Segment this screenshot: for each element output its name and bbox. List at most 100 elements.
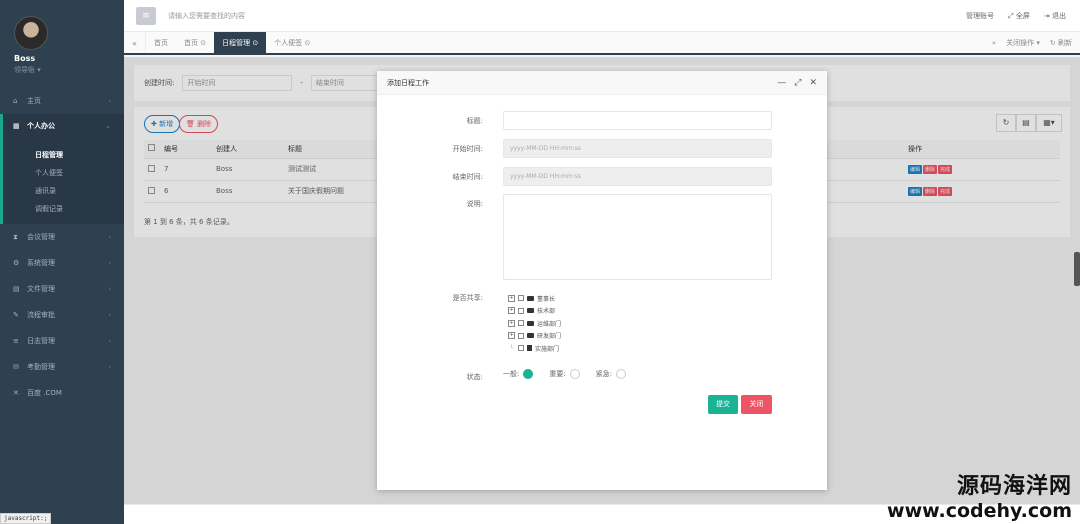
status-option-label: 一般: (503, 370, 520, 378)
modal-title: 添加日程工作 (387, 78, 429, 87)
sidebar-item-label: 考勤管理 (27, 363, 55, 371)
modal-window-controls: — ⤢ ✕ (777, 78, 817, 88)
scrollbar[interactable] (1074, 252, 1080, 286)
status-radio-urgent[interactable] (616, 369, 627, 379)
tree-node[interactable]: + 运维部门 (508, 317, 561, 330)
minimize-icon[interactable]: — (777, 78, 786, 88)
sidebar-subitem-notes[interactable]: 个人便签 (3, 164, 124, 182)
menu-toggle-button[interactable]: ≡ (136, 6, 156, 25)
status-option-label: 重要: (549, 370, 566, 378)
tree-checkbox[interactable] (518, 332, 524, 339)
share-label: 是否共享: (452, 294, 483, 302)
tab-scroll-right-button[interactable]: » (992, 39, 996, 47)
tab-notes[interactable]: 个人便签 ⊙ (266, 32, 318, 53)
close-button[interactable]: 关闭 (741, 395, 772, 414)
department-tree: + 董事长 + 技术部 + 运维部门 + 研发部门 └ 实施部门 (508, 292, 561, 355)
sidebar-item-attendance[interactable]: ✉ 考勤管理 ‹ (0, 354, 124, 380)
account-link[interactable]: 管理账号 (966, 11, 994, 21)
close-icon[interactable]: ✕ (809, 78, 817, 88)
search-input[interactable]: 请输入您需要查找的内容 (168, 11, 245, 21)
tree-node[interactable]: + 董事长 (508, 292, 561, 305)
sidebar-subitem-contacts[interactable]: 通讯录 (3, 182, 124, 200)
title-input[interactable] (503, 111, 772, 130)
tab-home-2[interactable]: 首页 ⊙ (176, 32, 214, 53)
sidebar-item-label: 流程审批 (27, 311, 55, 319)
title-label: 标题: (466, 117, 483, 125)
status-bar-url: javascript:; (0, 513, 52, 524)
sidebar-item-home[interactable]: ⌂ 主页 ‹ (0, 88, 124, 114)
watermark: 源码海洋网 www.codehy.com (887, 468, 1072, 522)
sidebar-item-system[interactable]: ⚙ 系统管理 ‹ (0, 250, 124, 276)
expand-icon: ⤢ (1008, 11, 1016, 20)
end-time-field[interactable]: yyyy-MM-DD HH:mm:ss (503, 167, 772, 186)
user-name: Boss (14, 54, 36, 63)
sidebar-submenu: 日程管理 个人便签 通讯录 调假记录 (0, 138, 124, 224)
tree-node[interactable]: + 研发部门 (508, 330, 561, 343)
sidebar-item-label: 文件管理 (27, 285, 55, 293)
sidebar-item-logs[interactable]: ≡ 日志管理 ‹ (0, 328, 124, 354)
close-icon: ✕ (13, 389, 19, 397)
folder-icon (527, 308, 534, 314)
logout-icon: ⇥ (1043, 11, 1052, 20)
refresh-icon: ↻ (1049, 38, 1058, 47)
add-schedule-modal: 添加日程工作 — ⤢ ✕ 标题: 开始时间: yyyy-MM-DD HH:mm:… (377, 71, 827, 490)
refresh-button[interactable]: ↻ 刷新 (1050, 38, 1072, 48)
tree-node[interactable]: + 技术部 (508, 305, 561, 318)
chevron-left-icon: ‹ (108, 259, 111, 267)
submit-button[interactable]: 提交 (708, 395, 738, 414)
maximize-icon[interactable]: ⤢ (794, 78, 801, 88)
avatar[interactable] (14, 16, 48, 50)
expand-icon[interactable]: + (508, 294, 515, 302)
folder-icon (527, 295, 534, 301)
sidebar-item-baidu[interactable]: ✕ 百度 .COM (0, 380, 124, 406)
start-time-field[interactable]: yyyy-MM-DD HH:mm:ss (503, 139, 772, 158)
tree-node-label: 运维部门 (537, 320, 562, 328)
sidebar-subitem-schedule[interactable]: 日程管理 (3, 146, 124, 164)
folder-icon (527, 333, 534, 339)
fullscreen-label: 全屏 (1015, 11, 1030, 20)
status-radio-normal[interactable] (523, 369, 534, 379)
sidebar-item-label: 主页 (27, 97, 41, 105)
close-operations-dropdown[interactable]: 关闭操作 ▾ (1006, 38, 1040, 48)
description-textarea[interactable] (503, 194, 772, 280)
sidebar-item-label: 个人办公 (27, 122, 55, 130)
calendar-icon: ▦ (13, 122, 20, 130)
file-icon (527, 345, 532, 352)
tab-home[interactable]: 首页 (146, 32, 176, 53)
profile: Boss 领导账 ▾ (0, 0, 124, 88)
sidebar-item-meeting[interactable]: ⧗ 会议管理 ‹ (0, 224, 124, 250)
sidebar-item-files[interactable]: ▤ 文件管理 ‹ (0, 276, 124, 302)
tree-node-label: 董事长 (537, 295, 556, 303)
logout-label: 退出 (1052, 11, 1066, 20)
top-right-links: 管理账号 ⤢ 全屏 ⇥ 退出 (966, 11, 1080, 21)
watermark-url: www.codehy.com (887, 500, 1072, 522)
chat-icon: ✉ (13, 363, 19, 371)
expand-icon[interactable]: + (508, 319, 515, 327)
refresh-label: 刷新 (1058, 38, 1072, 47)
chevron-down-icon: ⌄ (105, 122, 111, 130)
status-radio-important[interactable] (569, 369, 580, 379)
expand-icon[interactable]: + (508, 332, 515, 340)
logout-link[interactable]: ⇥ 退出 (1044, 11, 1066, 21)
sidebar-subitem-leave[interactable]: 调假记录 (3, 200, 124, 218)
chevron-left-icon: ‹ (108, 285, 111, 293)
tree-branch-line: └ (509, 344, 514, 352)
tree-checkbox[interactable] (518, 320, 524, 327)
tree-node[interactable]: └ 实施部门 (508, 342, 561, 355)
sidebar-item-personal-office[interactable]: ▦ 个人办公 ⌄ (0, 114, 124, 138)
user-role-dropdown[interactable]: 领导账 ▾ (14, 65, 124, 75)
folder-icon (527, 320, 534, 326)
tree-checkbox[interactable] (518, 295, 524, 302)
tree-checkbox[interactable] (518, 345, 524, 352)
fullscreen-link[interactable]: ⤢ 全屏 (1008, 11, 1030, 21)
description-label: 说明: (466, 200, 483, 208)
tree-node-label: 技术部 (537, 308, 556, 316)
expand-icon[interactable]: + (508, 307, 515, 315)
log-icon: ≡ (13, 337, 19, 345)
tab-schedule[interactable]: 日程管理 ⊙ (214, 32, 267, 53)
tabs-right-controls: » 关闭操作 ▾ ↻ 刷新 (992, 32, 1080, 53)
sidebar-item-workflow[interactable]: ✎ 流程审批 ‹ (0, 302, 124, 328)
tab-scroll-left-button[interactable]: « (124, 32, 146, 53)
chevron-left-icon: ‹ (108, 337, 111, 345)
tree-checkbox[interactable] (518, 307, 524, 314)
